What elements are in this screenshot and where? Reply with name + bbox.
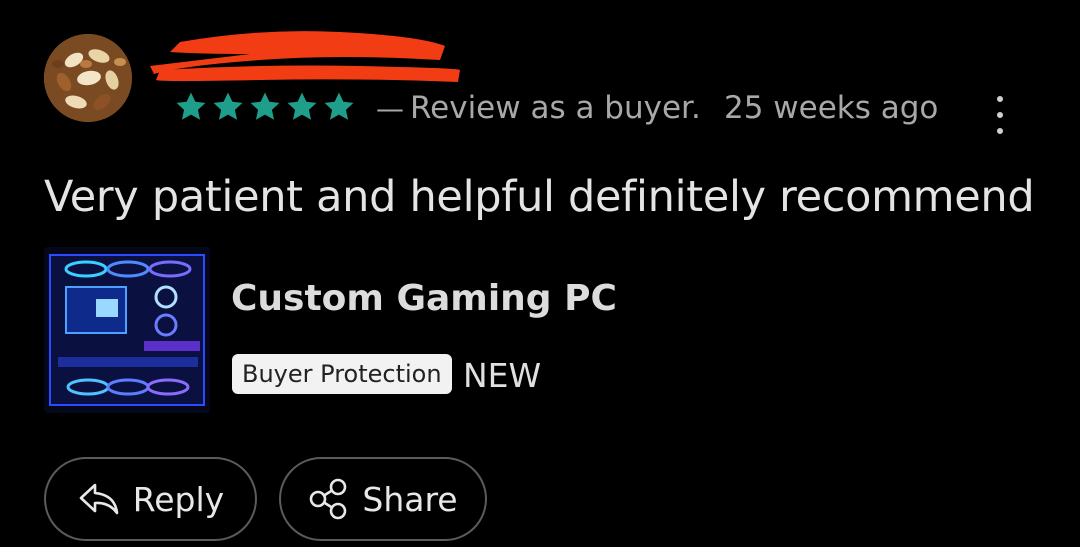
reply-arrow-icon: [77, 481, 121, 517]
star-icon: [322, 90, 356, 124]
review-timestamp: 25 weeks ago: [724, 90, 939, 126]
meta-separator: —: [376, 92, 404, 125]
product-title[interactable]: Custom Gaming PC: [231, 278, 617, 319]
product-condition: NEW: [463, 356, 542, 395]
star-icon: [285, 90, 319, 124]
review-role-label: Review as a buyer.: [410, 90, 701, 126]
product-thumbnail[interactable]: [44, 247, 210, 413]
star-icon: [174, 90, 208, 124]
star-icon: [248, 90, 282, 124]
star-icon: [211, 90, 245, 124]
more-vertical-icon[interactable]: [986, 96, 1014, 134]
redacted-username: [140, 20, 470, 92]
review-text: Very patient and helpful definitely reco…: [44, 172, 1035, 222]
reply-button[interactable]: Reply: [44, 457, 257, 541]
share-nodes-icon: [308, 477, 350, 521]
share-label: Share: [362, 479, 458, 519]
user-avatar[interactable]: [44, 34, 132, 122]
star-rating: [174, 90, 356, 124]
buyer-protection-badge: Buyer Protection: [232, 354, 452, 394]
share-button[interactable]: Share: [279, 457, 487, 541]
reply-label: Reply: [132, 479, 225, 519]
